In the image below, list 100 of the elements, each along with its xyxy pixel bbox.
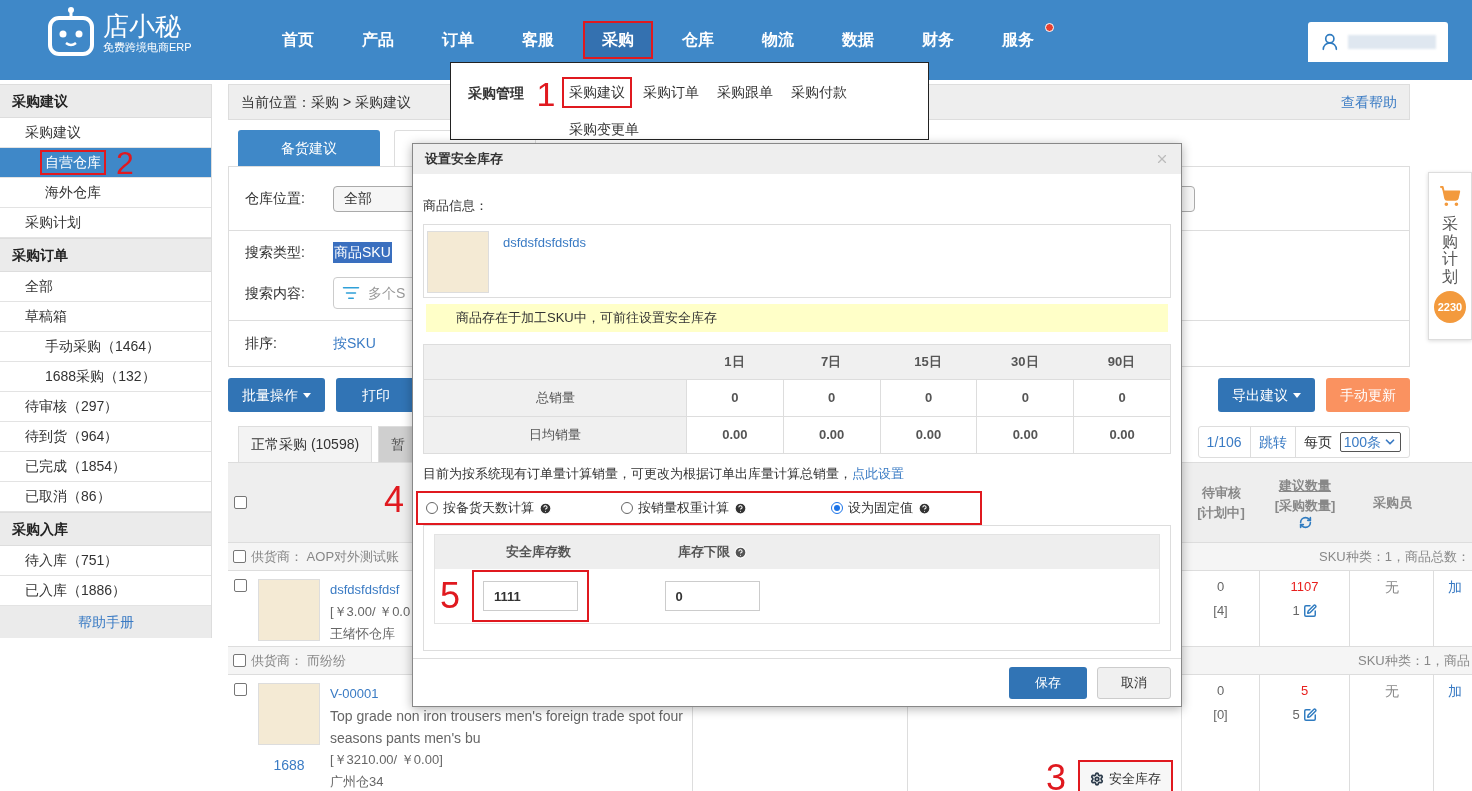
planned-count: [0]: [1213, 706, 1228, 724]
help-icon[interactable]: [539, 501, 552, 515]
product-title: Top grade non iron trousers men's foreign trade spot four seasons pants men's bu: [330, 707, 684, 748]
page-indicator: 1/106: [1198, 427, 1251, 457]
menu-link[interactable]: 采购跟单: [710, 77, 780, 108]
filter-label: 排序:: [245, 334, 278, 353]
toolbar-button[interactable]: 批量操作: [228, 378, 325, 412]
breadcrumb-text: 当前位置：采购 > 采购建议: [241, 92, 411, 112]
cart-icon: [1439, 185, 1461, 207]
sidebar-item[interactable]: 1688采购（132）: [0, 362, 211, 392]
sidebar-item[interactable]: 自营仓库 2: [0, 148, 211, 178]
checkbox[interactable]: [233, 550, 246, 563]
radio-label: 按销量权重计算: [637, 499, 729, 518]
list-tab[interactable]: 正常采购 (10598): [238, 426, 373, 462]
radio-label: 按备货天数计算: [443, 499, 534, 518]
logo-name: 店小秘: [103, 10, 182, 41]
input-field[interactable]: 0: [664, 581, 760, 611]
dialog-button[interactable]: 保存: [1009, 666, 1087, 699]
suggested-count: 5: [1300, 682, 1309, 700]
nav-tab[interactable]: 财务: [902, 21, 973, 59]
nav-tab[interactable]: 订单: [422, 21, 493, 59]
edit-icon[interactable]: [1302, 604, 1317, 618]
sidebar-item[interactable]: 草稿箱: [0, 302, 211, 332]
sidebar-section-header: 采购订单: [0, 238, 211, 272]
per-page-select[interactable]: 100条: [1339, 432, 1401, 452]
image-placeholder: [258, 683, 320, 745]
filter-label: 搜索类型:: [245, 243, 306, 262]
jump-link[interactable]: 跳转: [1250, 427, 1296, 457]
warehouse-text: 广州仓34: [330, 773, 385, 791]
menu-link[interactable]: 采购付款: [784, 77, 854, 108]
nav-tab[interactable]: 客服: [502, 21, 573, 59]
product-link[interactable]: dsfdsfdsfdsfds: [503, 232, 587, 297]
row-label: 总销量: [535, 388, 575, 407]
planned-count: [4]: [1213, 602, 1228, 620]
suggested-count: 1107: [1290, 578, 1319, 596]
sidebar-item[interactable]: 待到货（964）: [0, 422, 211, 452]
edit-icon[interactable]: [1302, 708, 1317, 722]
help-link[interactable]: 查看帮助: [1341, 91, 1397, 113]
table-cell-text: 0: [1118, 388, 1126, 407]
toolbar-button[interactable]: 导出建议: [1218, 378, 1315, 412]
menu-link[interactable]: 采购订单: [636, 77, 706, 108]
help-icon[interactable]: [733, 501, 747, 515]
pending-count: 0: [1216, 578, 1225, 596]
tab[interactable]: 备货建议: [238, 130, 380, 166]
dialog-button[interactable]: 取消: [1097, 666, 1171, 699]
settings-link[interactable]: 点此设置: [852, 465, 904, 481]
radio-label: 设为固定值: [848, 499, 914, 518]
sidebar-item[interactable]: 全部: [0, 272, 211, 302]
action-link[interactable]: 加: [1448, 679, 1472, 703]
checkbox[interactable]: [233, 496, 247, 509]
sidebar-item[interactable]: 待入库（751）: [0, 546, 211, 576]
sidebar-item-label: 待入库（751）: [24, 551, 120, 570]
checkbox[interactable]: [233, 654, 246, 667]
per-page-label: 每页: [1302, 432, 1332, 452]
refresh-icon[interactable]: [1298, 516, 1312, 529]
safety-stock-button[interactable]: 安全库存: [1078, 760, 1173, 791]
sidebar-item-label: 海外仓库: [44, 183, 102, 202]
row-label: 日均销量: [529, 425, 581, 444]
nav-tab[interactable]: 物流: [742, 21, 813, 59]
search-type-value[interactable]: 商品SKU: [333, 242, 392, 263]
section-label: 商品信息：: [423, 197, 489, 215]
sidebar-item-label: 待审核（297）: [24, 397, 120, 416]
checkbox[interactable]: [233, 683, 247, 696]
column-header: 库存下限: [677, 543, 730, 562]
supplier-name: 供货商： AOP对外测试账: [251, 547, 400, 566]
column-header: 建议数量: [1279, 477, 1331, 495]
nav-tab[interactable]: 服务: [982, 21, 1053, 59]
user-icon: [1320, 32, 1340, 52]
nav-tab[interactable]: 仓库: [662, 21, 733, 59]
note-text: 目前为按系统现有订单量计算销量，可更改为根据订单出库量计算总销量，点此设置: [423, 464, 905, 483]
image-placeholder: [427, 230, 489, 293]
sidebar-item[interactable]: 已完成（1854）: [0, 452, 211, 482]
nav-tab[interactable]: 数据: [822, 21, 893, 59]
sort-link[interactable]: 按SKU: [333, 333, 376, 354]
menu-link[interactable]: 采购建议: [562, 77, 632, 108]
annotation-number: 2: [116, 146, 134, 179]
purchase-plan-panel[interactable]: 采购计划 2230: [1428, 172, 1472, 340]
nav-tab[interactable]: 首页: [262, 21, 333, 59]
column-subheader: [采购数量]: [1274, 497, 1336, 515]
source-link[interactable]: 1688: [273, 755, 305, 776]
sidebar-item[interactable]: 手动采购（1464）: [0, 332, 211, 362]
nav-tab[interactable]: 产品: [342, 21, 413, 59]
help-manual-link[interactable]: 帮助手册: [0, 606, 211, 638]
input-field[interactable]: 1111: [483, 581, 578, 611]
sidebar-item[interactable]: 待审核（297）: [0, 392, 211, 422]
table-cell-text: 0.00: [915, 425, 942, 444]
sidebar-item[interactable]: 海外仓库: [0, 178, 211, 208]
checkbox[interactable]: [233, 579, 247, 592]
help-icon[interactable]: [918, 501, 932, 515]
product-sku-link[interactable]: dsfdsfdsfdsf: [330, 579, 411, 601]
annotation-number: 1: [535, 77, 557, 111]
column-header: 90日: [1107, 352, 1136, 371]
sidebar-item-label: 草稿箱: [24, 307, 68, 326]
table-cell-text: 0.00: [722, 425, 748, 444]
buyer-text: 无: [1384, 578, 1399, 597]
menu-link[interactable]: 采购变更单: [562, 114, 646, 145]
action-link[interactable]: 加: [1448, 575, 1472, 599]
help-icon[interactable]: [733, 545, 747, 559]
column-header: 采购员: [1372, 493, 1412, 512]
nav-tab[interactable]: 采购: [582, 21, 653, 59]
